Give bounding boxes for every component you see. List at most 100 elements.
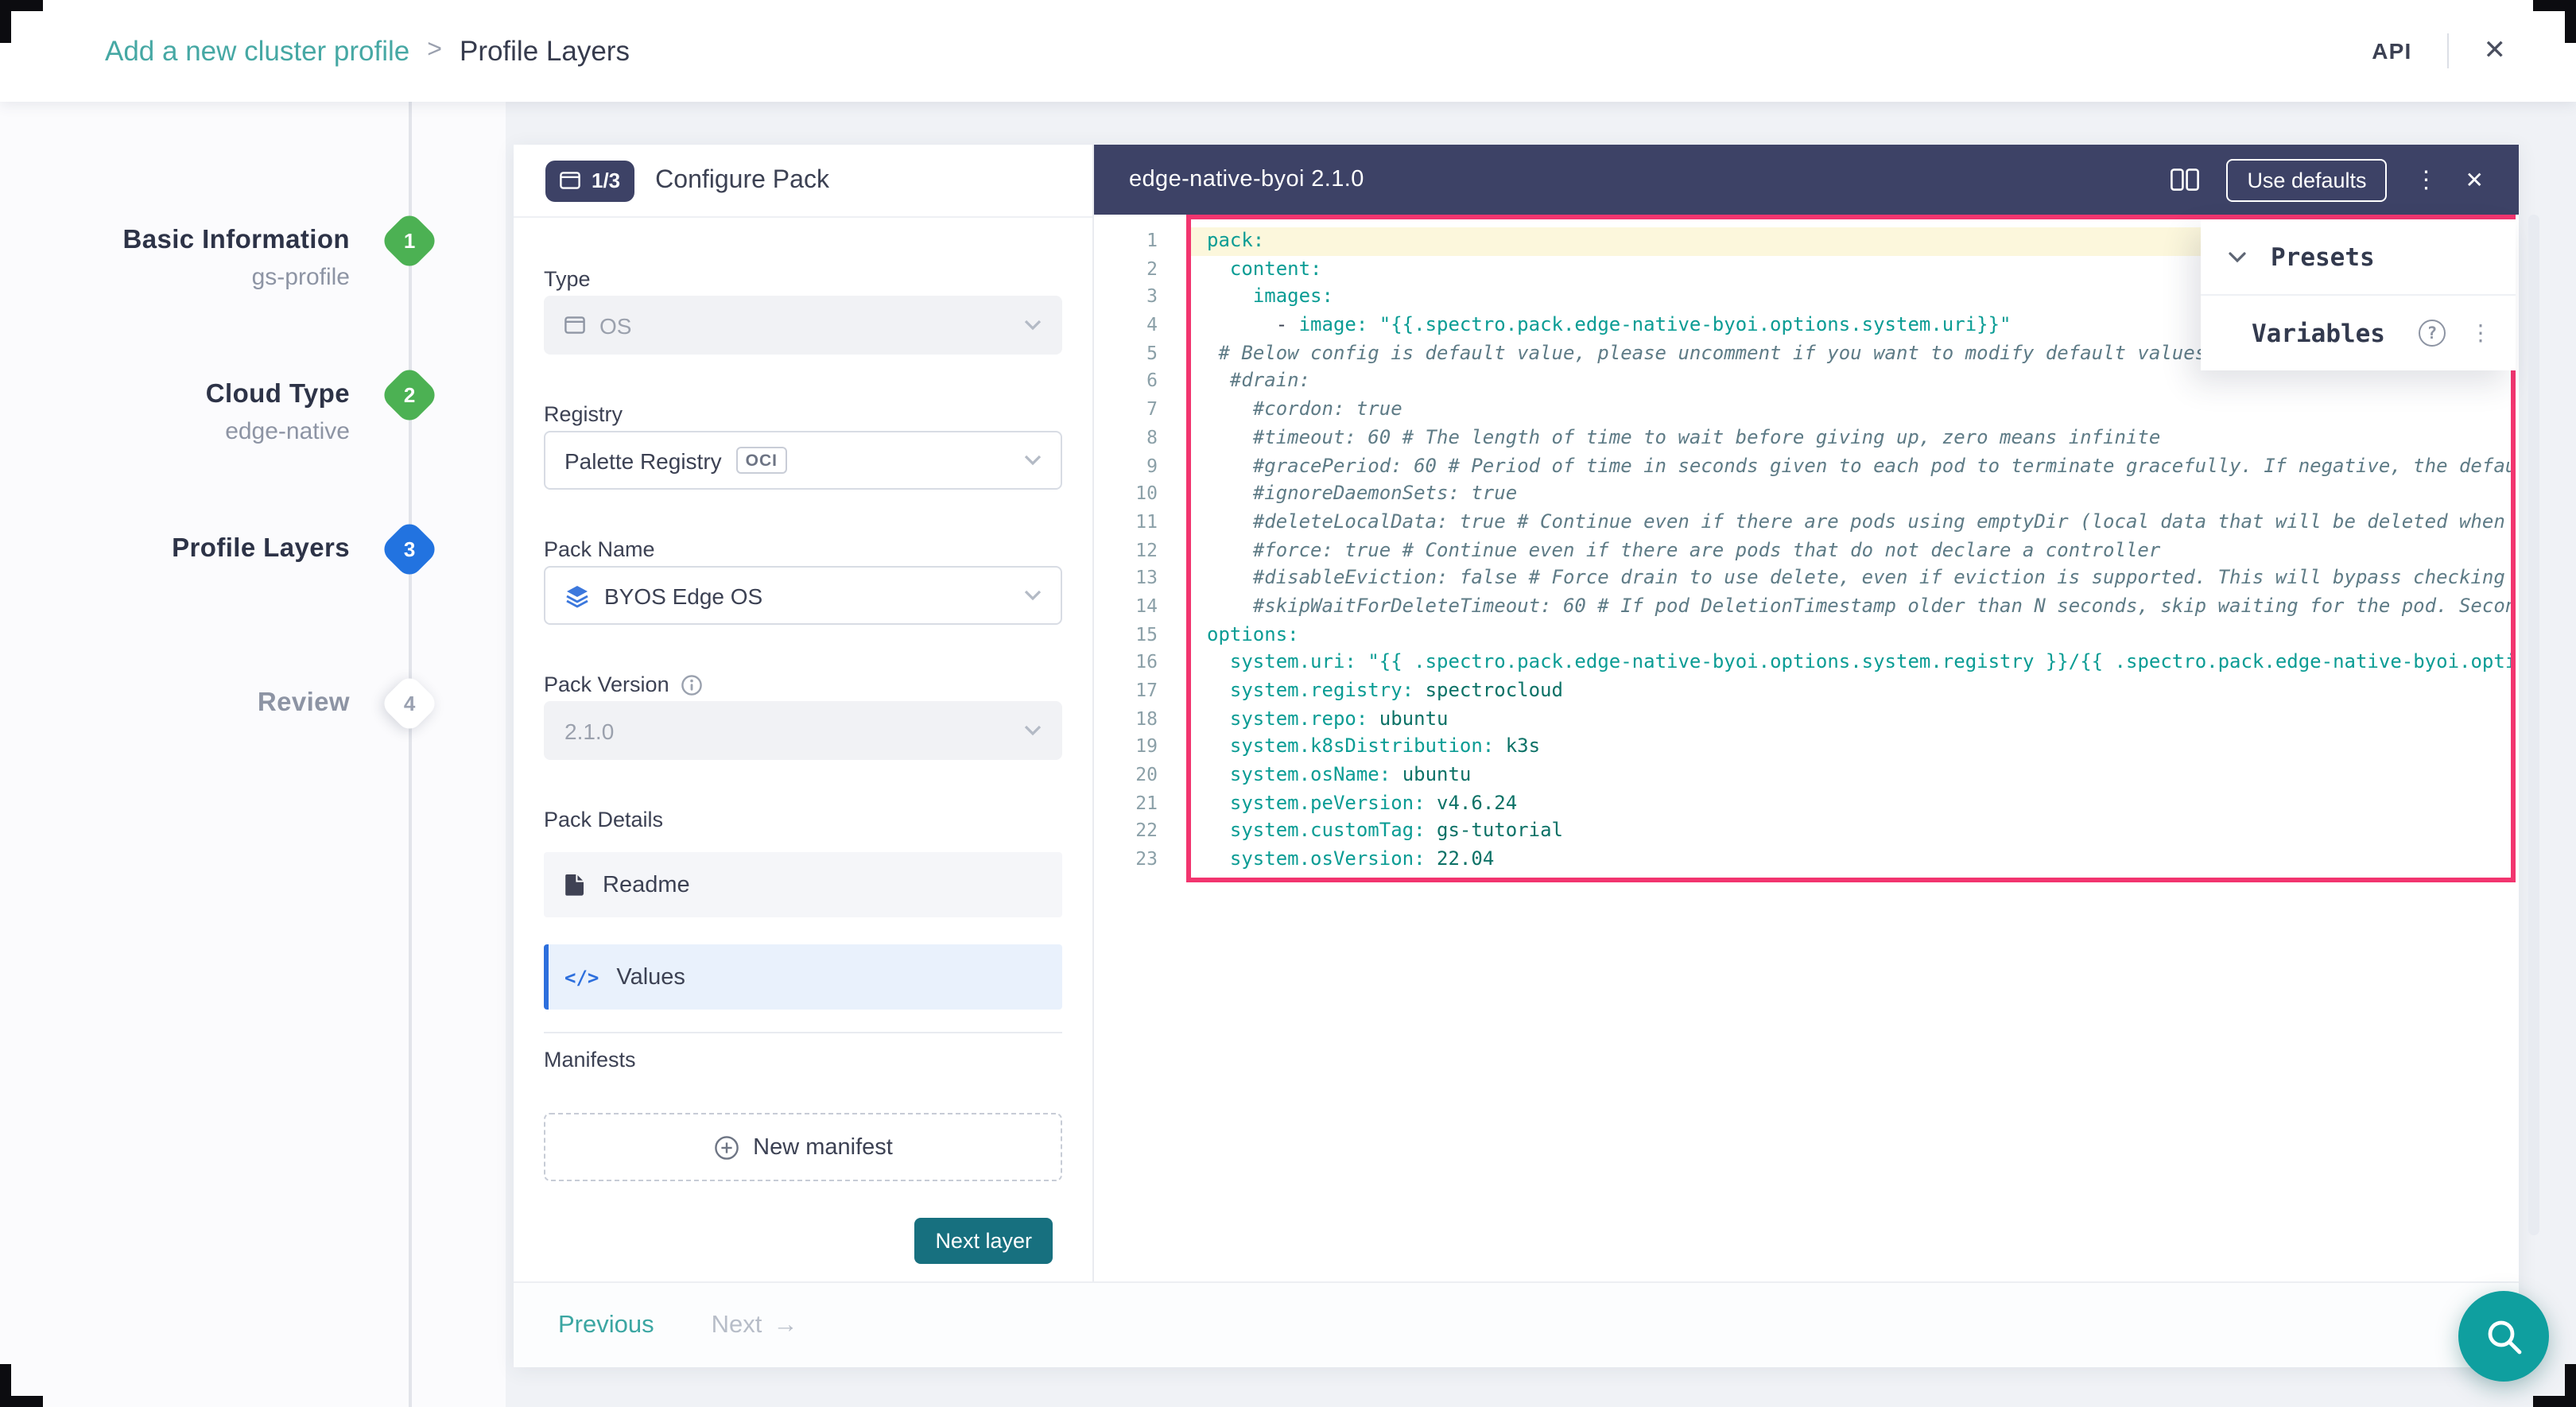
line-number: 10 (1094, 480, 1186, 508)
type-select: OS (544, 296, 1062, 355)
configure-pack-header: 1/3 Configure Pack (514, 145, 1092, 218)
code-line: #deleteLocalData: true # Continue even i… (1191, 509, 2511, 537)
code-line: #skipWaitForDeleteTimeout: 60 # If pod D… (1191, 593, 2511, 621)
chevron-down-icon (1024, 725, 1042, 736)
line-number: 1 (1094, 227, 1186, 255)
next-layer-button[interactable]: Next layer (914, 1218, 1053, 1264)
line-number: 5 (1094, 340, 1186, 368)
step-title: Review (16, 688, 350, 719)
pack-values-editor: edge-native-byoi 2.1.0 Use defaults ⋮ ✕ … (1094, 145, 2519, 1281)
app-header: Add a new cluster profile > Profile Laye… (0, 0, 2576, 102)
stepper-step-cloud-type[interactable]: Cloud Typeedge-native2 (0, 380, 477, 482)
code-line: system.osVersion: 22.04 (1191, 846, 2511, 874)
step-subtitle: gs-profile (16, 264, 350, 291)
chevron-down-icon (1024, 455, 1042, 466)
wizard-footer: Previous Next → (514, 1281, 2519, 1367)
line-number: 17 (1094, 677, 1186, 705)
step-badge: 3 (379, 519, 440, 579)
line-number: 4 (1094, 312, 1186, 339)
code-line: #cordon: true (1191, 396, 2511, 424)
registry-select[interactable]: Palette Registry OCI (544, 431, 1062, 490)
line-number: 11 (1094, 509, 1186, 537)
type-label: Type (544, 266, 1062, 293)
corner-mark (0, 0, 43, 43)
configure-pack-body: Type OS Registry Palette Registry OCI Pa… (514, 218, 1092, 1281)
line-number: 6 (1094, 368, 1186, 396)
stepper-step-review[interactable]: Review4 (0, 688, 477, 790)
code-line: system.k8sDistribution: k3s (1191, 734, 2511, 762)
next-button[interactable]: Next → (712, 1311, 798, 1339)
code-line: system.uri: "{{ .spectro.pack.edge-nativ… (1191, 649, 2511, 677)
header-divider (2447, 33, 2449, 68)
stepper-step-basic-information[interactable]: Basic Informationgs-profile1 (0, 226, 477, 328)
breadcrumb-separator-icon: > (427, 37, 442, 65)
code-line: #disableEviction: false # Force drain to… (1191, 565, 2511, 593)
pack-version-label: Pack Version (544, 671, 1062, 698)
close-wizard-button[interactable]: ✕ (2484, 35, 2507, 67)
readme-tab-label: Readme (603, 872, 690, 897)
step-title: Cloud Type (16, 380, 350, 410)
line-number: 12 (1094, 537, 1186, 564)
editor-title: edge-native-byoi 2.1.0 (1129, 167, 1364, 192)
pack-version-select: 2.1.0 (544, 701, 1062, 760)
code-line: system.customTag: gs-tutorial (1191, 818, 2511, 846)
next-button-label: Next (712, 1311, 762, 1339)
pack-name-value: BYOS Edge OS (604, 583, 762, 608)
profile-layers-panel: 1/3 Configure Pack Type OS Registry Pale… (514, 145, 2519, 1367)
pack-version-value: 2.1.0 (564, 718, 614, 743)
step-counter-chip: 1/3 (545, 160, 634, 201)
kebab-menu-icon[interactable]: ⋮ (2469, 320, 2492, 346)
help-icon[interactable]: ? (2419, 320, 2446, 347)
readme-tab[interactable]: Readme (544, 852, 1062, 917)
presets-toggle[interactable]: Presets (2201, 219, 2516, 294)
editor-body: 1234567891011121314151617181920212223 pa… (1094, 215, 2519, 1281)
line-number: 14 (1094, 593, 1186, 621)
kebab-menu-icon[interactable]: ⋮ (2415, 165, 2438, 194)
values-tab[interactable]: </> Values (544, 944, 1062, 1010)
code-line: #force: true # Continue even if there ar… (1191, 537, 2511, 564)
line-number: 16 (1094, 649, 1186, 677)
step-badge: 1 (379, 211, 440, 271)
document-icon (564, 873, 585, 897)
code-line: system.osName: ubuntu (1191, 762, 2511, 789)
step-badge: 4 (379, 673, 440, 734)
registry-value: Palette Registry (564, 448, 722, 473)
breadcrumb-parent[interactable]: Add a new cluster profile (105, 34, 409, 68)
step-title: Basic Information (16, 226, 350, 256)
use-defaults-button[interactable]: Use defaults (2226, 158, 2387, 201)
pack-details-label: Pack Details (544, 806, 1062, 833)
variables-toggle[interactable]: Variables ? ⋮ (2201, 296, 2516, 370)
step-subtitle: edge-native (16, 418, 350, 445)
code-line: #gracePeriod: 60 # Period of time in sec… (1191, 452, 2511, 480)
code-line: #drain: (1191, 368, 2511, 396)
variables-label: Variables (2252, 319, 2385, 347)
step-title: Profile Layers (16, 534, 350, 564)
editor-header: edge-native-byoi 2.1.0 Use defaults ⋮ ✕ (1094, 145, 2519, 215)
wizard-stepper: Basic Information gs-profile 1 Cloud Type ed… (0, 102, 477, 1405)
scrollbar[interactable] (2528, 215, 2539, 1235)
line-number: 19 (1094, 734, 1186, 762)
step-badge: 2 (379, 365, 440, 425)
registry-label: Registry (544, 401, 1062, 428)
stepper-step-profile-layers[interactable]: Profile Layers3 (0, 534, 477, 636)
editor-close-icon[interactable]: ✕ (2465, 166, 2484, 193)
os-type-icon (564, 316, 585, 334)
chevron-down-icon (1024, 590, 1042, 601)
step-counter: 1/3 (592, 169, 620, 192)
code-line: system.repo: ubuntu (1191, 705, 2511, 733)
arrow-right-icon: → (773, 1311, 797, 1339)
new-manifest-button[interactable]: New manifest (544, 1113, 1062, 1181)
pack-name-select[interactable]: BYOS Edge OS (544, 566, 1062, 625)
diff-view-icon[interactable] (2171, 169, 2199, 191)
api-button[interactable]: API (2372, 38, 2411, 64)
line-number: 13 (1094, 565, 1186, 593)
search-icon (2483, 1316, 2524, 1357)
previous-button[interactable]: Previous (558, 1311, 654, 1339)
plus-circle-icon (713, 1134, 739, 1160)
info-icon (681, 673, 703, 696)
code-line: system.registry: spectrocloud (1191, 677, 2511, 705)
presets-label: Presets (2271, 242, 2375, 271)
corner-mark (2533, 1364, 2576, 1407)
manifests-divider (544, 1032, 1062, 1033)
code-line: #ignoreDaemonSets: true (1191, 480, 2511, 508)
